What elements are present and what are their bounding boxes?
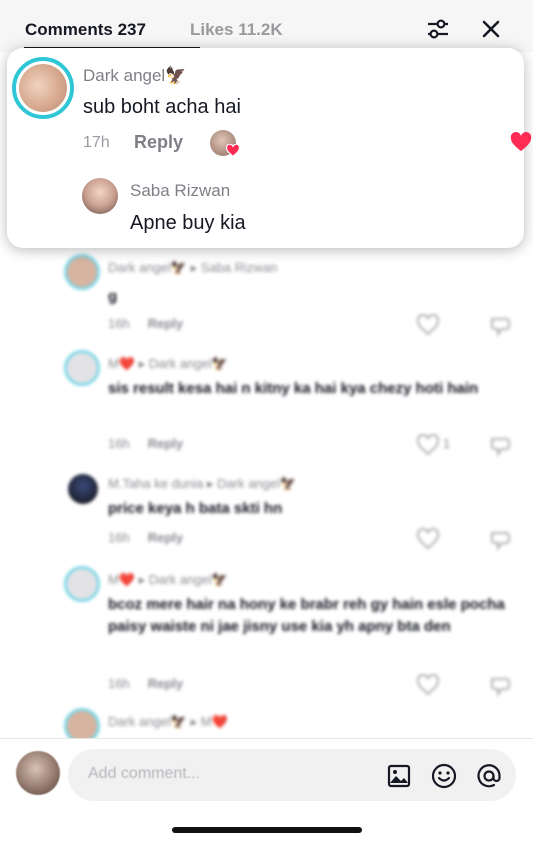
avatar[interactable] — [64, 350, 100, 386]
reply-button[interactable]: Reply — [148, 676, 183, 691]
avatar[interactable] — [82, 178, 118, 214]
mention-icon[interactable] — [474, 761, 504, 791]
comment-input-placeholder: Add comment... — [88, 765, 201, 782]
sliders-icon[interactable] — [425, 16, 451, 42]
avatar[interactable] — [64, 254, 100, 290]
comment-author[interactable]: Dark angel🦅 ▸ Saba Rizwan — [108, 260, 277, 276]
heart-filled-icon[interactable] — [510, 131, 532, 153]
reply-button[interactable]: Reply — [148, 316, 183, 331]
reply-text: Apne buy kia — [130, 212, 246, 234]
avatar[interactable] — [64, 566, 100, 602]
heart-outline-icon[interactable] — [416, 528, 440, 550]
emoji-icon[interactable] — [429, 761, 459, 791]
avatar[interactable] — [12, 57, 74, 119]
comment-time: 16h — [108, 530, 130, 545]
comment-time: 16h — [108, 316, 130, 331]
dislike-icon[interactable] — [488, 434, 512, 458]
comment-time: 16h — [108, 436, 130, 451]
avatar — [16, 751, 60, 795]
comment-author[interactable]: Dark angel🦅 — [83, 66, 186, 86]
highlighted-comment-card: Dark angel🦅 sub boht acha hai 17h Reply … — [7, 48, 532, 248]
dislike-icon[interactable] — [488, 314, 512, 338]
heart-outline-icon[interactable] — [416, 674, 440, 696]
reply-button[interactable]: Reply — [148, 436, 183, 451]
close-icon[interactable] — [478, 16, 504, 42]
comment-meta: 16h Reply — [108, 436, 183, 451]
home-indicator — [172, 827, 362, 833]
comment-author[interactable]: M.Taha ke dunia ▸ Dark angel🦅 — [108, 476, 296, 492]
comment-author[interactable]: M❤️ ▸ Dark angel🦅 — [108, 356, 228, 372]
like-count: 1 — [443, 436, 451, 451]
reply-button[interactable]: Reply — [134, 132, 183, 153]
dislike-icon[interactable] — [488, 674, 512, 698]
comment-time: 17h — [83, 134, 110, 151]
heart-outline-icon[interactable] — [416, 314, 440, 336]
creator-liked-heart-icon — [226, 144, 240, 157]
comment-meta: 16h Reply — [108, 316, 183, 331]
comment-text: sis result kesa hai n kitny ka hai kya c… — [108, 380, 479, 397]
tab-likes[interactable]: Likes 11.2K — [190, 20, 283, 40]
comment-time: 16h — [108, 676, 130, 691]
reply-button[interactable]: Reply — [148, 530, 183, 545]
comment-text: sub boht acha hai — [83, 96, 241, 118]
tab-comments[interactable]: Comments 237 — [25, 20, 146, 40]
comment-meta: 16h Reply — [108, 676, 183, 691]
avatar[interactable] — [68, 474, 98, 504]
heart-outline-icon[interactable] — [416, 434, 440, 456]
comment-author[interactable]: Dark angel🦅 ▸ M❤️ — [108, 714, 228, 730]
comment-composer: Add comment... — [0, 738, 533, 842]
comment-text: bcoz mere hair na hony ke brabr reh gy h… — [108, 596, 505, 635]
comment-input[interactable]: Add comment... — [68, 749, 516, 801]
comment-list: Dark angel🦅 ▸ Saba Rizwan g 16h Reply M❤️… — [0, 240, 533, 744]
comment-text: g — [108, 288, 118, 305]
reply-author[interactable]: Saba Rizwan — [130, 181, 230, 201]
comments-header: Comments 237 Likes 11.2K — [0, 0, 533, 52]
comment-text: price keya h bata skti hn — [108, 500, 283, 517]
image-icon[interactable] — [384, 761, 414, 791]
comment-author[interactable]: M❤️ ▸ Dark angel🦅 — [108, 572, 228, 588]
comment-meta: 16h Reply — [108, 530, 183, 545]
dislike-icon[interactable] — [488, 528, 512, 552]
